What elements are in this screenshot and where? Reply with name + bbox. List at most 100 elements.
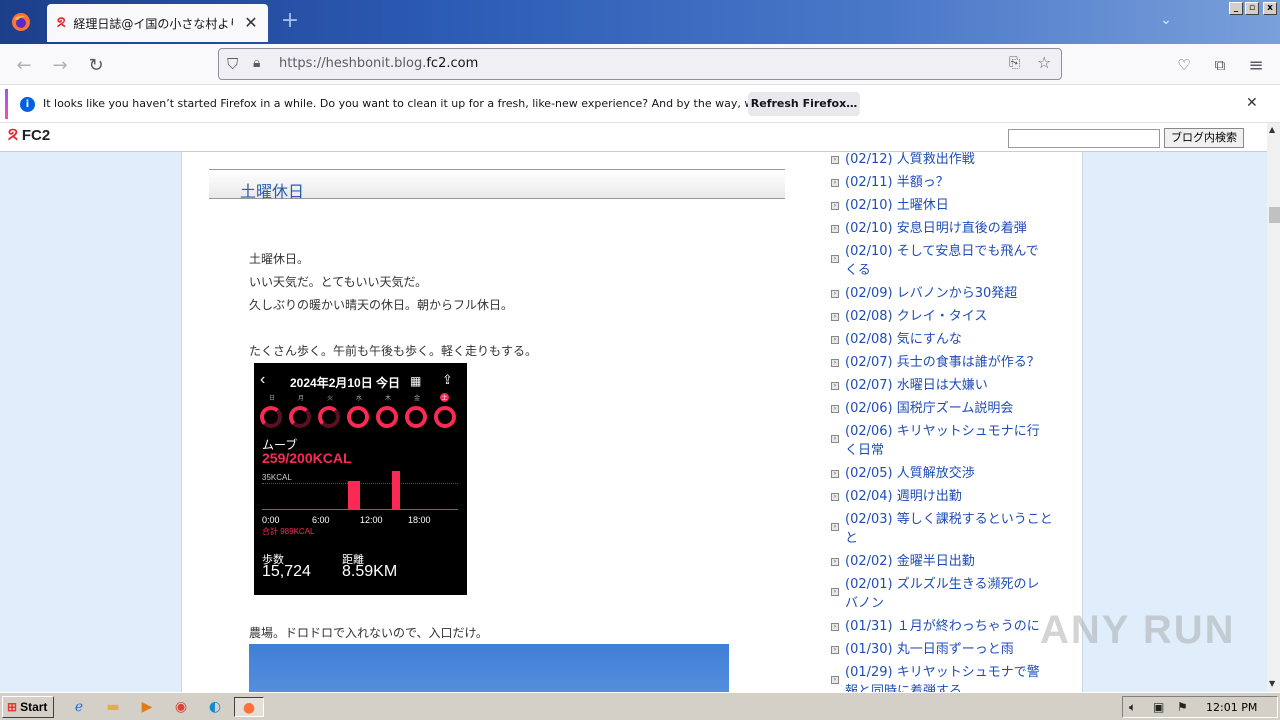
close-window-button[interactable]: x [1263,2,1277,15]
sidebar-entry-text[interactable]: (02/10) 土曜休日 [845,196,949,215]
sidebar-entry-link[interactable]: › (02/06) 国税庁ズーム説明会 [831,399,1013,418]
edge-icon[interactable]: ◐ [204,697,226,717]
sidebar-entry-link[interactable]: › (02/09) レバノンから30発超 [831,284,1017,303]
blog-search-button[interactable]: ブログ内検索 [1164,128,1244,148]
sidebar-entry-link[interactable]: › (01/31) １月が終わっちゃうのに [831,617,1040,636]
url-text[interactable]: https://heshbonit.blog.fc2.com [279,56,478,71]
sidebar-entry-link[interactable]: › (02/08) 気にすんな [831,330,962,349]
media-player-icon[interactable]: ▶ [136,697,158,717]
sidebar-entry-text[interactable]: (02/10) 安息日明け直後の着弾 [845,219,1027,238]
sidebar-entry-text[interactable]: (01/30) 丸一日雨ずーっと雨 [845,640,1014,659]
scroll-down-icon[interactable]: ▼ [1269,679,1275,688]
sidebar-entry-text[interactable]: (01/29) キリヤットシュモナで警 [845,663,1040,682]
sidebar-entry-link[interactable]: › (02/07) 兵士の食事は誰が作る？ [831,353,1040,372]
tab-close-icon[interactable]: ✕ [242,13,260,32]
sidebar-entry-link[interactable]: › (02/06) キリヤットシュモナに行 く日常 [831,422,1040,460]
fc2-logo[interactable]: ᘝ FC2 [8,127,50,144]
scrollbar-thumb[interactable] [1269,207,1280,223]
bullet-icon: › [831,202,839,210]
sidebar-entry-text[interactable]: (02/05) 人質解放交渉 [845,464,975,483]
sidebar-entry-text[interactable]: (02/08) 気にすんな [845,330,962,349]
sidebar-entry-link[interactable]: › (02/04) 週明け出勤 [831,487,962,506]
sidebar-entry-text[interactable]: くる [845,261,1039,280]
sidebar-entry-text[interactable]: 報と同時に着弾する [845,682,1040,692]
sidebar-entry-link[interactable]: › (02/08) クレイ・タイス [831,307,987,326]
tab-active[interactable]: ᘝ 経理日誌@イ国の小さな村より ✕ [47,4,268,42]
notification-message: It looks like you haven’t started Firefo… [43,97,828,110]
bullet-icon: › [831,493,839,501]
windows-logo-icon: ⊞ [7,700,18,714]
page-scrollbar[interactable]: ▲ ▼ [1267,123,1280,692]
sidebar-entry-text[interactable]: く日常 [845,441,1040,460]
sidebar-entry-text[interactable]: (02/01) ズルズル生きる瀕死のレ [845,575,1039,594]
refresh-firefox-button[interactable]: Refresh Firefox… [748,92,860,116]
minimize-button[interactable]: _ [1229,2,1243,15]
sidebar-entry-text[interactable]: (02/12) 人質救出作戦 [845,152,975,169]
blog-search-input[interactable] [1008,129,1160,148]
sidebar-entry-text[interactable]: (02/10) そして安息日でも飛んで [845,242,1039,261]
sidebar-entry-link[interactable]: › (02/05) 人質解放交渉 [831,464,975,483]
network-icon[interactable]: ▣ [1153,700,1164,714]
tab-title: 経理日誌@イ国の小さな村より [73,16,234,31]
translate-icon[interactable]: ⎘ [1009,55,1020,71]
sidebar-entry-text[interactable]: (02/02) 金曜半日出勤 [845,552,975,571]
sidebar-entry-link[interactable]: › (02/10) そして安息日でも飛んで くる [831,242,1039,280]
restore-button[interactable]: ▫ [1245,2,1259,15]
sidebar-entry-text[interactable]: (02/06) 国税庁ズーム説明会 [845,399,1013,418]
sidebar-entry-text[interactable]: (02/11) 半額っ？ [845,173,949,192]
close-icon[interactable]: ✕ [1246,95,1258,111]
sidebar-entry-link[interactable]: › (02/02) 金曜半日出勤 [831,552,975,571]
bullet-icon: › [831,646,839,654]
sidebar-entry-text[interactable]: バノン [845,594,1039,613]
bullet-icon: › [831,435,839,443]
reload-icon[interactable]: ↻ [84,53,108,77]
volume-icon[interactable]: 🔈︎ [1129,700,1136,715]
explorer-folder-icon[interactable]: ▬ [102,697,124,717]
firefox-menu-icon[interactable] [0,0,42,44]
sidebar-entry-link[interactable]: › (02/07) 水曜日は大嫌い [831,376,988,395]
sidebar-entry-text[interactable]: (02/08) クレイ・タイス [845,307,987,326]
recent-entries-list: › (02/12) 人質救出作戦 › (02/11) 半額っ？ › (02/10) 土曜休… [182,152,1084,692]
url-bar[interactable]: ⛉ 🔒︎ https://heshbonit.blog.fc2.com ⎘ ☆ [218,48,1062,80]
chrome-icon[interactable]: ◉ [170,697,192,717]
extensions-icon[interactable]: ⧉ [1208,53,1232,77]
info-icon: i [20,97,35,112]
app-menu-icon[interactable]: ≡ [1244,53,1268,77]
sidebar-entry-text[interactable]: (02/04) 週明け出勤 [845,487,962,506]
bullet-icon: › [831,588,839,596]
bullet-icon: › [831,313,839,321]
sidebar-entry-text[interactable]: (02/07) 兵士の食事は誰が作る？ [845,353,1040,372]
taskbar: ⊞ Start ℯ ▬ ▶ ◉ ◐ ● 🔈︎ ▣ ⚑ 12:01 PM [0,692,1280,720]
flag-icon[interactable]: ⚑ [1177,700,1188,714]
sidebar-entry-text[interactable]: (01/31) １月が終わっちゃうのに [845,617,1040,636]
new-tab-button[interactable]: + [278,10,302,34]
sidebar-entry-link[interactable]: › (02/01) ズルズル生きる瀕死のレ バノン [831,575,1039,613]
firefox-taskbar-icon[interactable]: ● [234,697,264,717]
shield-icon[interactable]: ⛉ [227,55,238,73]
notification-bar: i It looks like you haven’t started Fire… [0,84,1280,123]
sidebar-entry-text[interactable]: (02/06) キリヤットシュモナに行 [845,422,1040,441]
sidebar-entry-link[interactable]: › (02/10) 安息日明け直後の着弾 [831,219,1027,238]
list-all-tabs-icon[interactable]: ⌄ [1156,12,1176,32]
sidebar-entry-link[interactable]: › (01/29) キリヤットシュモナで警 報と同時に着弾する [831,663,1040,692]
start-button[interactable]: ⊞ Start [2,696,54,718]
forward-icon[interactable]: → [48,53,72,77]
sidebar-entry-text[interactable]: (02/09) レバノンから30発超 [845,284,1017,303]
scroll-up-icon[interactable]: ▲ [1269,125,1275,134]
sidebar-entry-text[interactable]: と [845,529,1053,548]
watermark: ANY RUN [1040,608,1236,652]
internet-explorer-icon[interactable]: ℯ [68,697,90,717]
bookmark-star-icon[interactable]: ☆ [1037,53,1051,72]
sidebar-entry-text[interactable]: (02/03) 等しく課税するということ [845,510,1053,529]
sidebar-entry-link[interactable]: › (02/10) 土曜休日 [831,196,949,215]
lock-icon[interactable]: 🔒︎ [253,55,260,71]
sidebar-entry-link[interactable]: › (01/30) 丸一日雨ずーっと雨 [831,640,1014,659]
sidebar-entry-link[interactable]: › (02/12) 人質救出作戦 [831,152,975,169]
back-icon[interactable]: ← [12,53,36,77]
sidebar-entry-link[interactable]: › (02/03) 等しく課税するということと [831,510,1053,548]
clock: 12:01 PM [1206,701,1258,714]
pocket-icon[interactable]: ♡ [1172,53,1196,77]
sidebar-entry-text[interactable]: (02/07) 水曜日は大嫌い [845,376,988,395]
sidebar-entry-link[interactable]: › (02/11) 半額っ？ [831,173,949,192]
bullet-icon: › [831,336,839,344]
